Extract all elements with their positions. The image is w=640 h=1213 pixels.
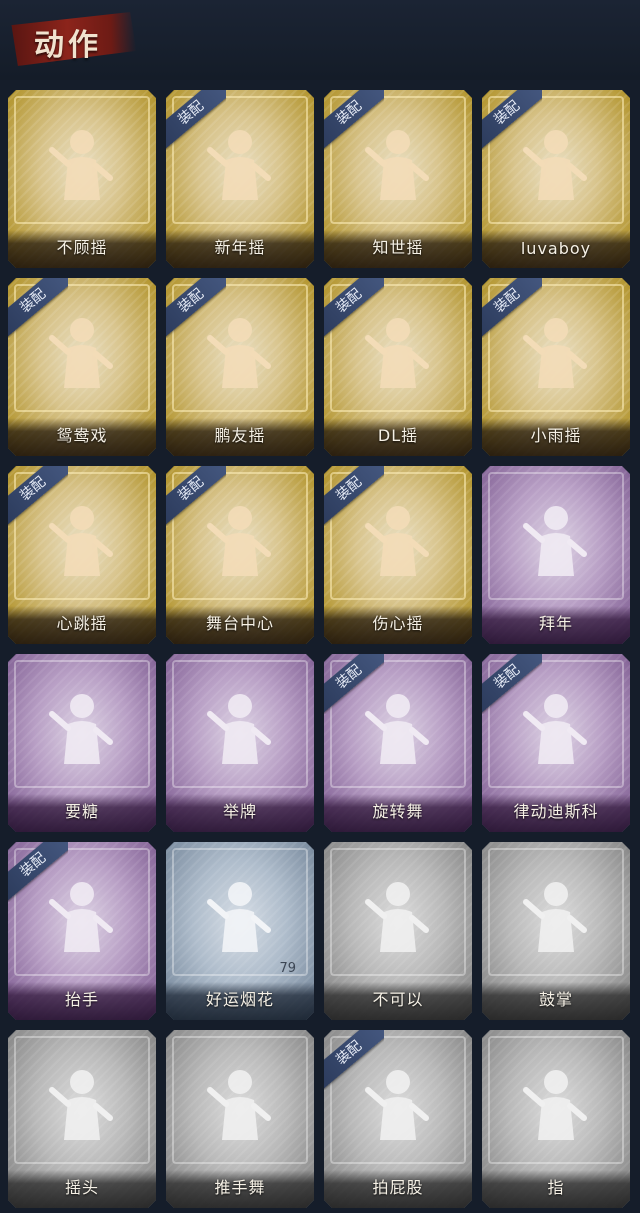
sign-holding-figure-icon xyxy=(207,694,271,764)
emote-card[interactable]: 鼓掌 xyxy=(482,842,630,1020)
equipped-tag-label: 装配 xyxy=(482,654,542,714)
equipped-tag-label: 装配 xyxy=(324,466,384,526)
card-label: 律动迪斯科 xyxy=(513,802,599,821)
card-label: 要糖 xyxy=(64,802,99,821)
card-label: 旋转舞 xyxy=(372,802,424,821)
emote-card[interactable]: 拍屁股 装配 xyxy=(324,1030,472,1208)
emote-card[interactable]: 舞台中心 装配 xyxy=(166,466,314,644)
dance-pointing-figure-icon xyxy=(49,130,113,200)
card-label: 举牌 xyxy=(222,802,257,821)
card-label: 舞台中心 xyxy=(205,614,274,633)
equipped-tag-label: 装配 xyxy=(8,466,68,526)
card-label: luvaboy xyxy=(520,239,592,258)
emote-card[interactable]: luvaboy 装配 xyxy=(482,90,630,268)
push-dance-figure-icon xyxy=(207,1070,271,1140)
emote-card[interactable]: 伤心摇 装配 xyxy=(324,466,472,644)
clapping-hands-icon xyxy=(523,882,587,952)
card-label: 新年摇 xyxy=(214,238,266,257)
equipped-badge: 装配 xyxy=(324,278,384,338)
card-label: 拍屁股 xyxy=(372,1178,424,1197)
emote-card[interactable]: 举牌 xyxy=(166,654,314,832)
emote-card[interactable]: 好运烟花 79 xyxy=(166,842,314,1020)
emote-card[interactable]: 心跳摇 装配 xyxy=(8,466,156,644)
card-label: 推手舞 xyxy=(214,1178,266,1197)
emote-card[interactable]: 不可以 xyxy=(324,842,472,1020)
emote-card[interactable]: 知世摇 装配 xyxy=(324,90,472,268)
equipped-tag-label: 装配 xyxy=(8,842,68,902)
emote-card[interactable]: 鹏友摇 装配 xyxy=(166,278,314,456)
emote-card[interactable]: DL摇 装配 xyxy=(324,278,472,456)
card-label: 拜年 xyxy=(538,614,573,633)
emote-card[interactable]: 抬手 装配 xyxy=(8,842,156,1020)
emote-card[interactable]: 不顾摇 xyxy=(8,90,156,268)
equipped-badge: 装配 xyxy=(8,466,68,526)
emote-card[interactable]: 要糖 xyxy=(8,654,156,832)
card-label: 好运烟花 xyxy=(205,990,274,1009)
equipped-tag-label: 装配 xyxy=(8,278,68,338)
emote-card[interactable]: 旋转舞 装配 xyxy=(324,654,472,832)
emote-card[interactable]: 小雨摇 装配 xyxy=(482,278,630,456)
card-label: 鼓掌 xyxy=(538,990,573,1009)
item-count: 79 xyxy=(279,961,296,976)
card-label: 鹏友摇 xyxy=(214,426,266,445)
emote-card[interactable]: 摇头 xyxy=(8,1030,156,1208)
bow-figure-icon xyxy=(523,506,587,576)
emote-card[interactable]: 指 xyxy=(482,1030,630,1208)
equipped-tag-label: 装配 xyxy=(324,1030,384,1090)
card-label: 小雨摇 xyxy=(530,426,582,445)
equipped-badge: 装配 xyxy=(8,842,68,902)
equipped-tag-label: 装配 xyxy=(166,90,226,150)
emote-card[interactable]: 鸳鸯戏 装配 xyxy=(8,278,156,456)
equipped-tag-label: 装配 xyxy=(482,278,542,338)
emote-card[interactable]: 推手舞 xyxy=(166,1030,314,1208)
equipped-badge: 装配 xyxy=(8,278,68,338)
equipped-badge: 装配 xyxy=(166,278,226,338)
equipped-badge: 装配 xyxy=(324,654,384,714)
card-label: DL摇 xyxy=(377,426,419,445)
card-label: 不顾摇 xyxy=(56,238,108,257)
equipped-tag-label: 装配 xyxy=(166,278,226,338)
equipped-badge: 装配 xyxy=(482,278,542,338)
equipped-badge: 装配 xyxy=(482,90,542,150)
equipped-badge: 装配 xyxy=(324,466,384,526)
emote-card[interactable]: 拜年 xyxy=(482,466,630,644)
card-label: 伤心摇 xyxy=(372,614,424,633)
page-title: 动作 xyxy=(34,28,102,63)
card-label: 抬手 xyxy=(64,990,99,1009)
header: 动作 xyxy=(0,0,640,80)
card-label: 知世摇 xyxy=(372,238,424,257)
equipped-badge: 装配 xyxy=(324,1030,384,1090)
equipped-tag-label: 装配 xyxy=(324,90,384,150)
emote-card[interactable]: 律动迪斯科 装配 xyxy=(482,654,630,832)
pointing-hand-icon xyxy=(523,1070,587,1140)
equipped-badge: 装配 xyxy=(324,90,384,150)
card-label: 心跳摇 xyxy=(56,614,108,633)
reach-figure-icon xyxy=(49,694,113,764)
equipped-badge: 装配 xyxy=(482,654,542,714)
equipped-badge: 装配 xyxy=(166,466,226,526)
equipped-tag-label: 装配 xyxy=(166,466,226,526)
equipped-tag-label: 装配 xyxy=(482,90,542,150)
finger-wag-icon xyxy=(365,882,429,952)
card-label: 摇头 xyxy=(64,1178,99,1197)
equipped-badge: 装配 xyxy=(166,90,226,150)
firework-icon xyxy=(207,882,271,952)
card-label: 鸳鸯戏 xyxy=(56,426,108,445)
equipped-tag-label: 装配 xyxy=(324,654,384,714)
equipped-tag-label: 装配 xyxy=(324,278,384,338)
emote-card[interactable]: 新年摇 装配 xyxy=(166,90,314,268)
card-label: 指 xyxy=(547,1178,565,1197)
head-shake-figure-icon xyxy=(49,1070,113,1140)
card-label: 不可以 xyxy=(372,990,424,1009)
